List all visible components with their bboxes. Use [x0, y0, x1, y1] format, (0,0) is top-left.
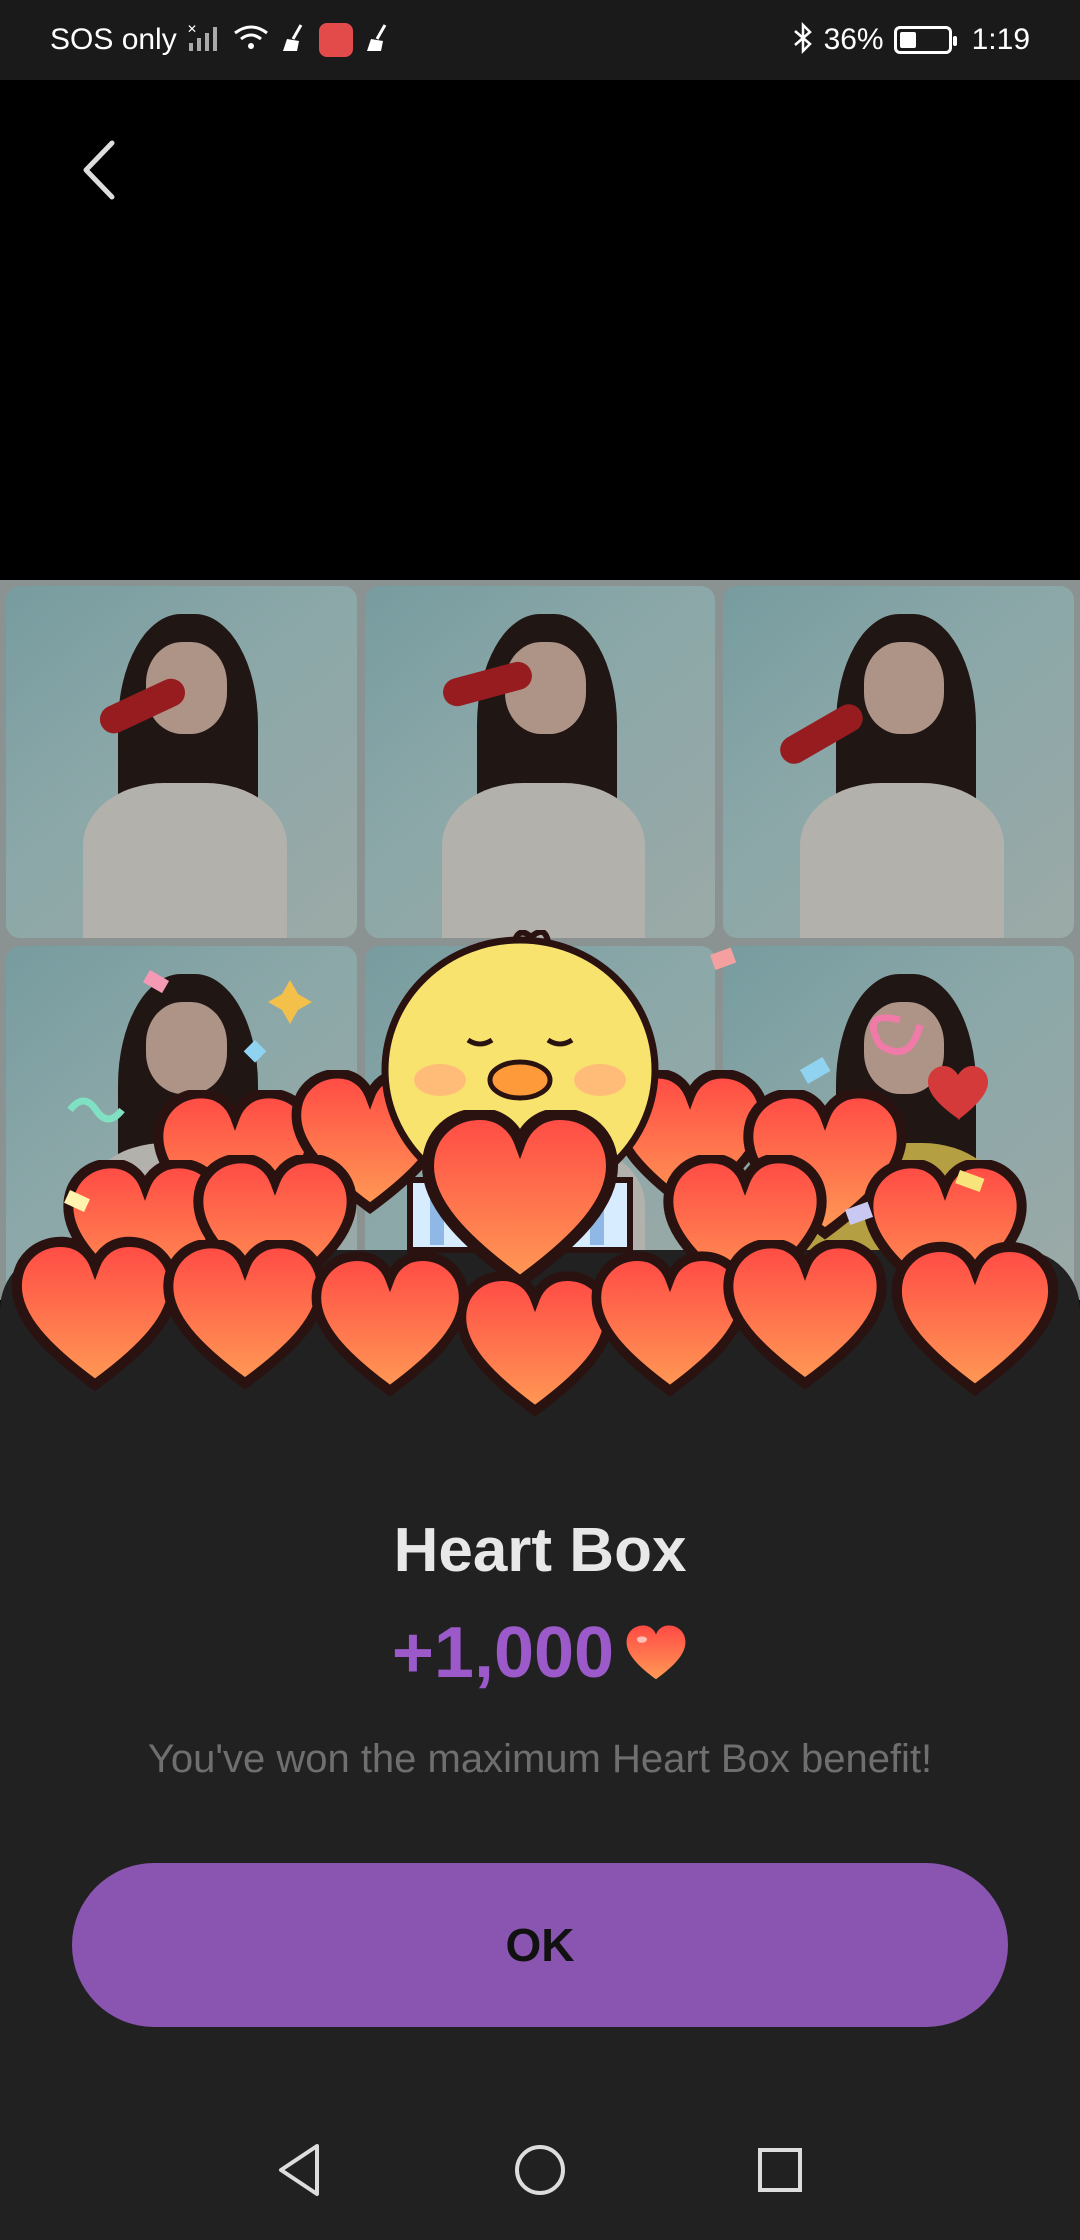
- nav-home-button[interactable]: [505, 2135, 575, 2205]
- carrier-text: SOS only: [50, 23, 177, 56]
- wifi-icon: [233, 23, 269, 58]
- status-right: 36% 1:19: [792, 21, 1030, 59]
- battery-fill: [899, 32, 917, 48]
- status-left: SOS only ✕: [50, 22, 393, 58]
- back-triangle-icon: [279, 2144, 319, 2196]
- svg-text:✕: ✕: [187, 23, 197, 36]
- clock: 1:19: [971, 23, 1030, 56]
- battery-icon: [893, 26, 957, 54]
- ok-button[interactable]: OK: [72, 1863, 1008, 2027]
- video-area: [0, 80, 1080, 580]
- dialog-message: You've won the maximum Heart Box benefit…: [147, 1737, 933, 1781]
- reward-amount: +1,000: [391, 1613, 615, 1693]
- recents-square-icon: [758, 2148, 802, 2192]
- heart-icon: [626, 1625, 686, 1680]
- no-signal-icon: ✕: [187, 22, 223, 58]
- system-nav-bar: [0, 2100, 1080, 2240]
- broom-icon: [363, 23, 393, 58]
- nav-recents-button[interactable]: [745, 2135, 815, 2205]
- bluetooth-icon: [792, 21, 814, 59]
- back-button[interactable]: [72, 135, 132, 205]
- nav-back-button[interactable]: [265, 2135, 335, 2205]
- chevron-left-icon: [83, 140, 115, 200]
- app-store-icon: [318, 23, 353, 57]
- battery-percent: 36%: [823, 23, 884, 56]
- broom-icon: [279, 23, 309, 58]
- heart-box-illustration: [0, 930, 1080, 1450]
- dialog-title: Heart Box: [393, 1516, 687, 1585]
- home-circle-icon: [515, 2145, 565, 2195]
- reward-row: +1,000: [0, 1612, 1080, 1694]
- status-bar: SOS only ✕ 36% 1:19: [0, 0, 1080, 80]
